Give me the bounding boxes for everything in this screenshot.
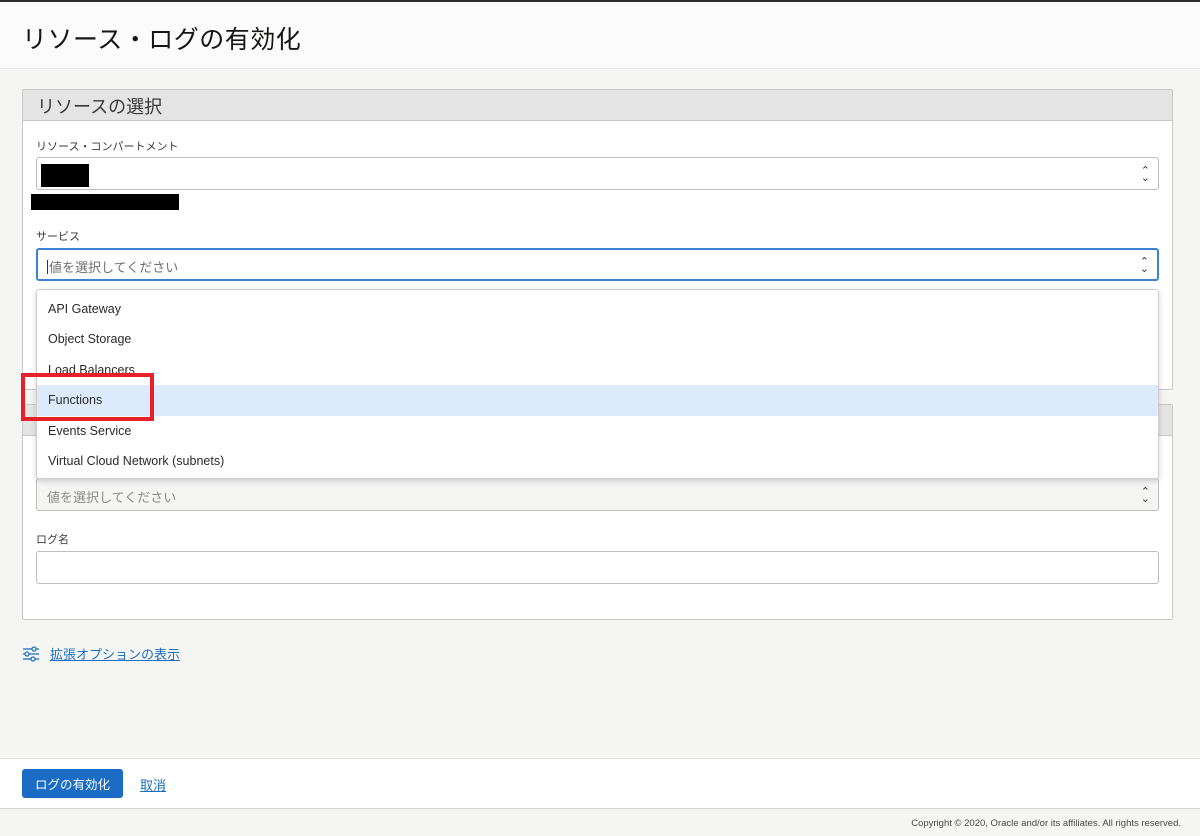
redacted-compartment-path bbox=[31, 194, 179, 210]
advanced-options-label: 拡張オプションの表示 bbox=[50, 648, 181, 663]
chevron-up-down-icon: ⌃ ⌄ bbox=[1140, 163, 1150, 184]
redacted-compartment-value bbox=[41, 164, 89, 187]
service-label: サービス bbox=[36, 230, 80, 243]
dropdown-item-api-gateway[interactable]: API Gateway bbox=[37, 294, 1158, 324]
copyright-bar: Copyright © 2020, Oracle and/or its affi… bbox=[0, 808, 1200, 836]
chevron-up-down-icon: ⌃ ⌄ bbox=[1140, 484, 1150, 505]
dropdown-item-functions[interactable]: Functions bbox=[37, 385, 1158, 416]
service-dropdown-list: API Gateway Object Storage Load Balancer… bbox=[36, 289, 1159, 479]
sliders-icon bbox=[23, 645, 39, 662]
dropdown-item-events-service[interactable]: Events Service bbox=[37, 416, 1158, 446]
log-category-placeholder: 値を選択してください bbox=[47, 491, 177, 506]
log-name-input[interactable] bbox=[36, 551, 1159, 584]
log-name-label: ログ名 bbox=[36, 533, 69, 546]
advanced-options-link[interactable]: 拡張オプションの表示 bbox=[22, 644, 180, 663]
cancel-link[interactable]: 取消 bbox=[140, 775, 166, 794]
text-cursor bbox=[47, 260, 48, 274]
compartment-label: リソース・コンパートメント bbox=[36, 140, 179, 153]
compartment-select[interactable]: ⌃ ⌄ bbox=[36, 157, 1159, 190]
page-title: リソース・ログの有効化 bbox=[22, 25, 302, 54]
dropdown-item-object-storage[interactable]: Object Storage bbox=[37, 324, 1158, 354]
dropdown-item-load-balancers[interactable]: Load Balancers bbox=[37, 355, 1158, 385]
chevron-up-down-icon: ⌃ ⌄ bbox=[1139, 254, 1149, 275]
annotation-highlight-box bbox=[21, 373, 154, 421]
panel-title: リソースの選択 bbox=[23, 90, 1172, 121]
page-header: リソース・ログの有効化 bbox=[0, 2, 1200, 69]
dropdown-item-virtual-cloud-network[interactable]: Virtual Cloud Network (subnets) bbox=[37, 446, 1158, 476]
service-select[interactable]: 値を選択してください ⌃ ⌄ bbox=[36, 248, 1159, 281]
enable-log-button[interactable]: ログの有効化 bbox=[22, 769, 123, 798]
copyright-text: Copyright © 2020, Oracle and/or its affi… bbox=[911, 818, 1181, 829]
log-category-select[interactable]: 値を選択してください ⌃ ⌄ bbox=[36, 478, 1159, 511]
service-placeholder: 値を選択してください bbox=[49, 261, 179, 276]
action-bar bbox=[0, 758, 1200, 808]
